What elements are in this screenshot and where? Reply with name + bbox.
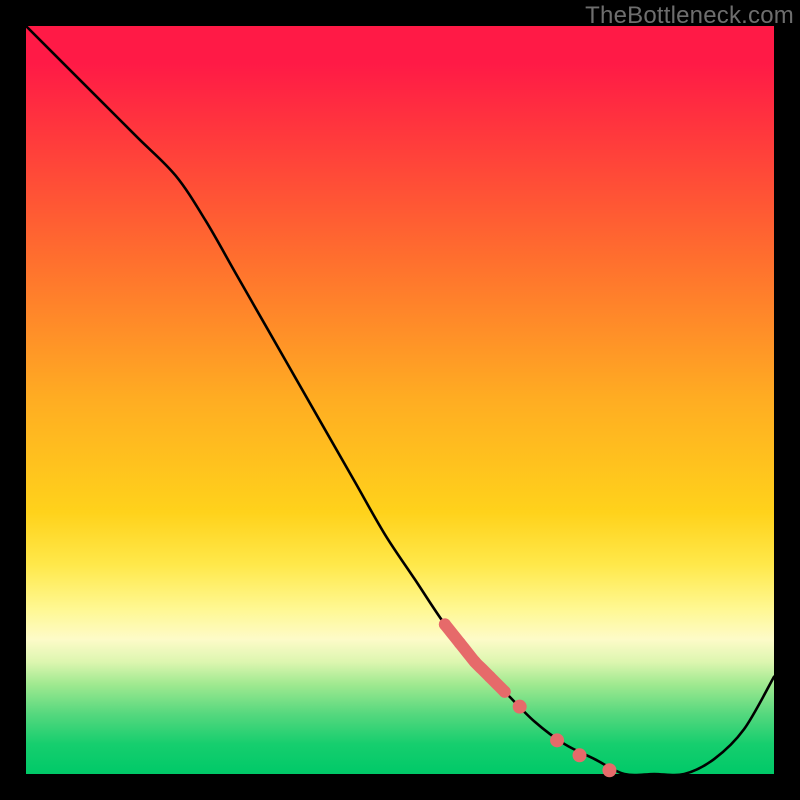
highlight-dot (602, 763, 616, 777)
bottleneck-curve (26, 26, 774, 775)
highlight-dot (573, 748, 587, 762)
watermark-text: TheBottleneck.com (585, 2, 794, 30)
highlight-dot (513, 700, 527, 714)
highlight-dots (439, 618, 617, 777)
highlight-dot (499, 686, 511, 698)
highlight-dot (484, 671, 496, 683)
highlight-dot (469, 656, 481, 668)
bottleneck-curve-svg (26, 26, 774, 774)
chart-plot-area (26, 26, 774, 774)
highlight-dot (439, 618, 451, 630)
highlight-dot (454, 637, 466, 649)
highlight-dot (550, 733, 564, 747)
